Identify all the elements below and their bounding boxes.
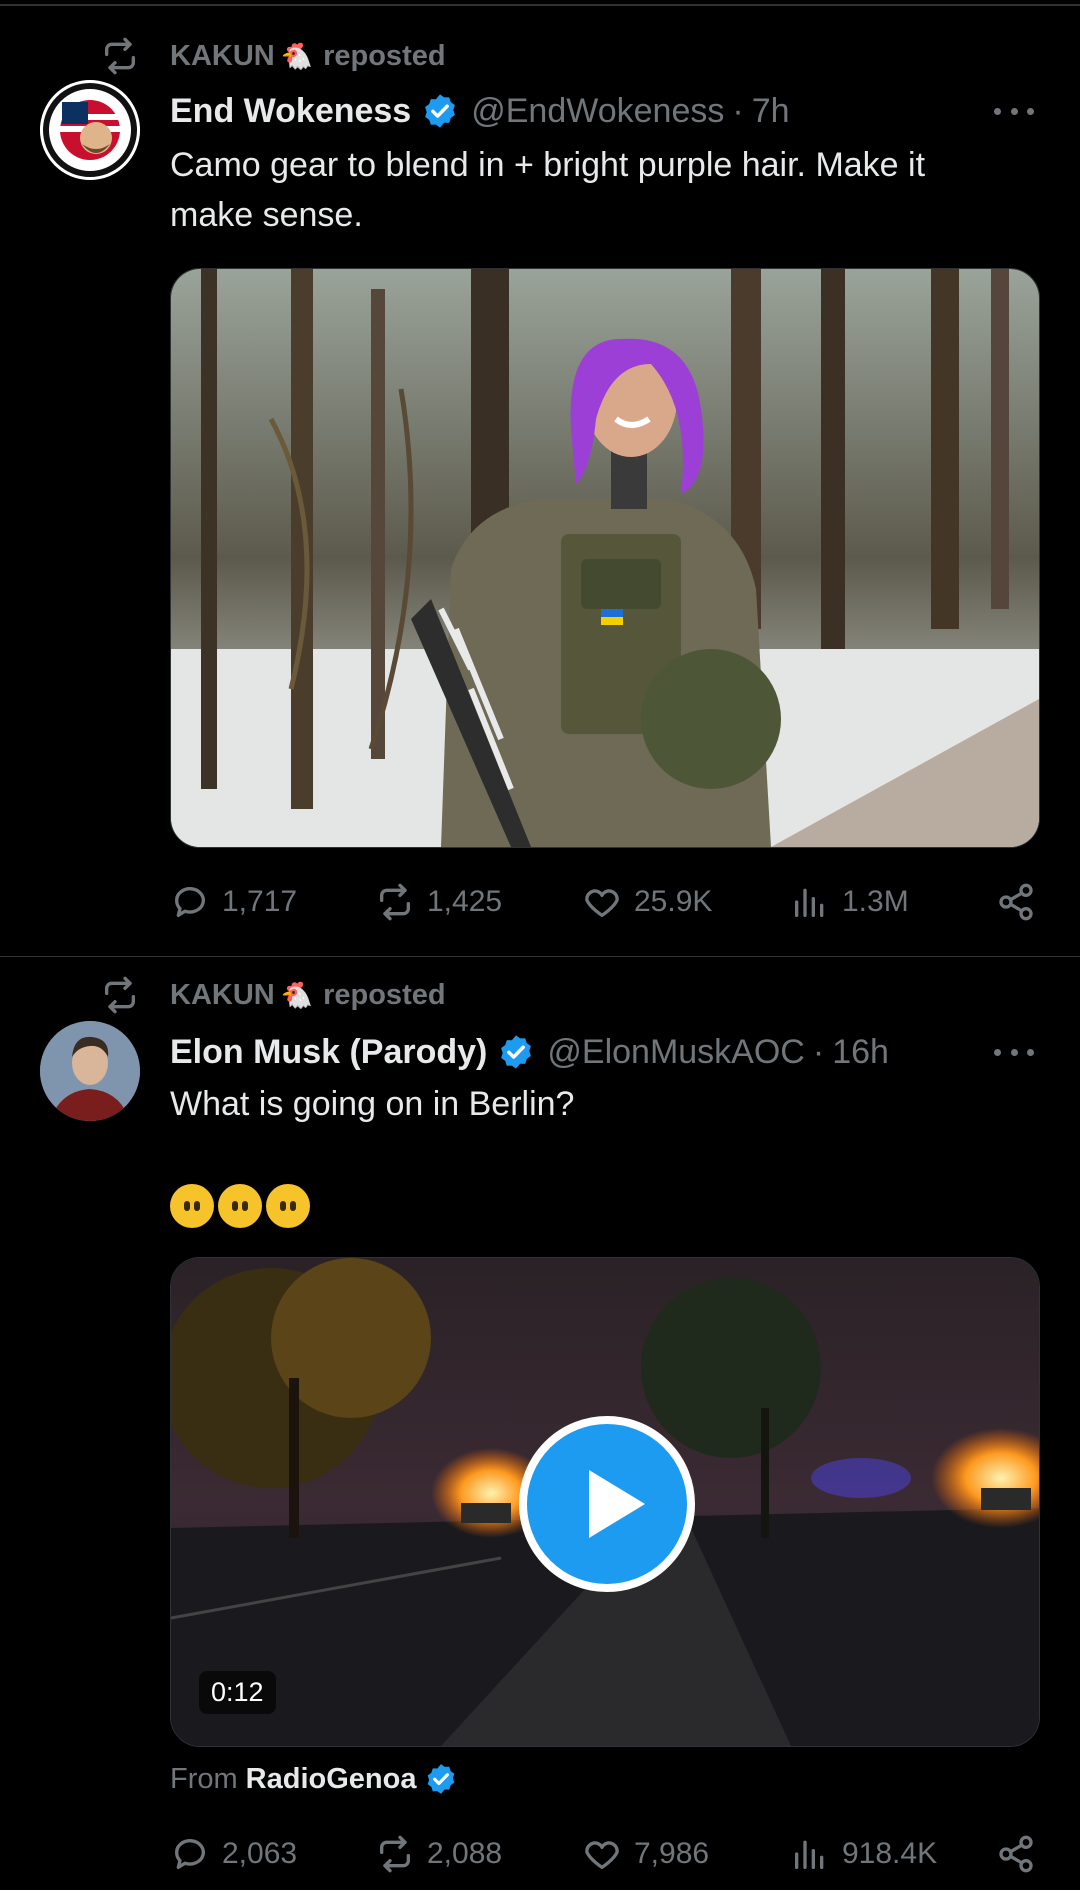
views-count: 1.3M [842,885,909,918]
play-button[interactable] [519,1416,695,1592]
tweet-photo[interactable] [170,268,1040,848]
repost-context[interactable]: KAKUN 🐔 reposted [100,36,446,76]
tweet-text: What is going on in Berlin? [170,1079,1030,1129]
views-count: 918.4K [842,1837,938,1870]
avatar[interactable] [40,80,140,180]
repost-icon [105,37,135,75]
video-duration: 0:12 [199,1671,276,1714]
share-icon [999,883,1033,921]
soldier-in-forest-photo-icon [171,269,1039,847]
emoji-line [170,1179,1030,1229]
tweet-text-line: Camo gear to blend in + bright purple ha… [170,146,926,184]
like-button[interactable]: 7,986 [582,1829,709,1879]
more-options-icon[interactable] [994,1042,1034,1062]
face-without-mouth-icon [170,1184,214,1229]
share-button[interactable] [996,877,1048,927]
views-chart-icon [795,1840,824,1869]
timestamp[interactable]: 7h [752,92,790,131]
tweet-header: Elon Musk (Parody) @ElonMuskAOC · 16h [170,1027,889,1077]
play-icon [589,1470,645,1538]
separator-dot: · [812,1032,825,1071]
tweet-text-line: make sense. [170,196,363,234]
tweet-2[interactable]: KAKUN 🐔 reposted Elon Musk (Parody) @Elo… [0,957,1080,1890]
chicken-emoji: 🐔 [280,40,314,71]
seal-avatar-icon [40,80,140,180]
repost-label: reposted [323,39,446,72]
chicken-emoji: 🐔 [280,979,314,1010]
like-button[interactable]: 25.9K [582,877,712,927]
repost-label: reposted [323,978,446,1011]
like-count: 25.9K [634,885,713,918]
timestamp[interactable]: 16h [832,1033,889,1072]
repost-count: 1,425 [427,885,503,918]
repost-icon [380,883,410,921]
tweet-text-line: What is going on in Berlin? [170,1085,575,1123]
author-name[interactable]: End Wokeness [170,92,411,131]
heart-icon [585,889,619,917]
like-count: 7,986 [634,1837,710,1870]
more-options-icon[interactable] [994,101,1034,121]
author-name[interactable]: Elon Musk (Parody) [170,1033,487,1072]
repost-icon [380,1835,410,1873]
reply-icon [175,1839,205,1869]
heart-icon [585,1841,619,1869]
tweet-video[interactable]: 0:12 [170,1257,1040,1747]
face-without-mouth-icon [266,1184,310,1229]
repost-button[interactable]: 1,425 [375,877,502,927]
views-button[interactable]: 918.4K [790,1829,937,1879]
tweet-actions: 2,063 2,088 7,986 918.4K [170,1829,1040,1879]
share-button[interactable] [996,1829,1048,1879]
repost-context[interactable]: KAKUN 🐔 reposted [100,975,446,1015]
separator-dot: · [732,91,744,130]
face-without-mouth-icon [218,1184,262,1229]
repost-user[interactable]: KAKUN [170,40,275,73]
verified-badge-icon [501,1035,532,1069]
reply-count: 1,717 [222,885,298,918]
author-handle[interactable]: @EndWokeness [471,92,724,131]
repost-icon [105,976,135,1014]
repost-user[interactable]: KAKUN [170,979,275,1012]
reply-button[interactable]: 2,063 [170,1829,297,1879]
verified-badge-icon [428,1764,455,1794]
avatar[interactable] [40,1021,140,1121]
reply-button[interactable]: 1,717 [170,877,297,927]
views-chart-icon [795,888,824,917]
views-button[interactable]: 1.3M [790,877,909,927]
reply-count: 2,063 [222,1837,298,1870]
repost-button[interactable]: 2,088 [375,1829,502,1879]
tweet-header: End Wokeness @EndWokeness · 7h [170,86,790,136]
author-handle[interactable]: @ElonMuskAOC [547,1033,804,1072]
video-source[interactable]: From RadioGenoa [170,1757,470,1801]
reply-icon [175,887,205,917]
from-label: From [170,1762,238,1795]
source-name[interactable]: RadioGenoa [246,1763,417,1796]
tweet-actions: 1,717 1,425 25.9K 1.3M [170,877,1040,927]
share-icon [999,1835,1033,1873]
tweet-text: Camo gear to blend in + bright purple ha… [170,140,1030,240]
repost-count: 2,088 [427,1837,503,1870]
portrait-avatar-icon [40,1021,140,1121]
tweet-1[interactable]: KAKUN 🐔 reposted End Wokeness @EndWokene… [0,0,1080,956]
verified-badge-icon [425,94,456,128]
